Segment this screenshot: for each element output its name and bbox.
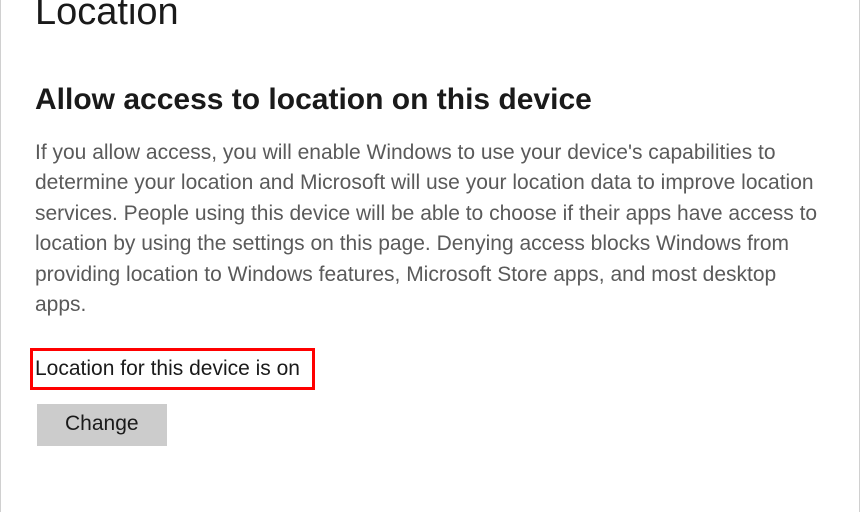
location-status-text: Location for this device is on (35, 357, 300, 380)
allow-location-heading: Allow access to location on this device (35, 82, 825, 118)
location-status-highlight: Location for this device is on (30, 348, 315, 390)
page-title: Location (35, 0, 825, 34)
allow-location-description: If you allow access, you will enable Win… (35, 138, 825, 321)
change-button[interactable]: Change (37, 404, 167, 446)
